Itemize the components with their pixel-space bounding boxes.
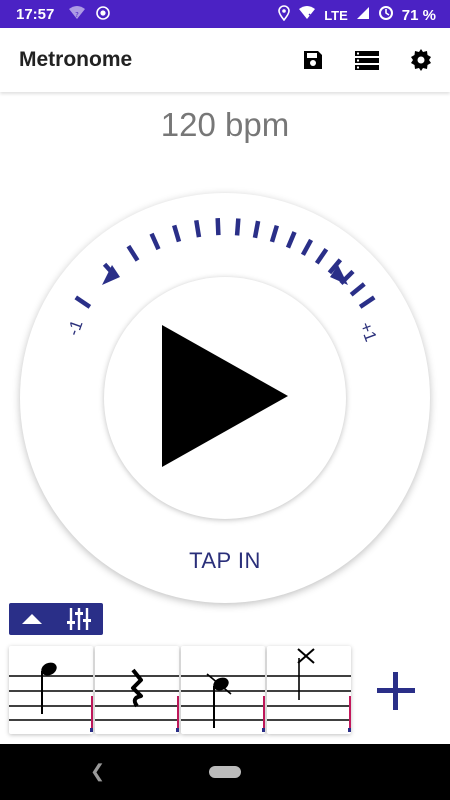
- record-icon: [96, 6, 110, 24]
- home-pill-icon[interactable]: [209, 766, 241, 778]
- measure-1[interactable]: [9, 646, 93, 734]
- save-button[interactable]: [300, 47, 326, 73]
- signal-icon: [356, 6, 370, 24]
- sliders-icon: [66, 608, 91, 630]
- measure-3[interactable]: [181, 646, 265, 734]
- app-bar: Metronome: [0, 28, 450, 92]
- wifi-question-icon: ?: [68, 6, 86, 24]
- measure-2[interactable]: [95, 646, 179, 734]
- wifi-icon: [298, 6, 316, 24]
- play-button[interactable]: [104, 277, 346, 519]
- svg-text:?: ?: [75, 11, 79, 19]
- measure-4[interactable]: [267, 646, 351, 734]
- list-icon: [355, 51, 379, 70]
- status-time: 17:57: [16, 6, 55, 23]
- tap-in-button[interactable]: TAP IN: [180, 548, 270, 574]
- play-icon: [162, 325, 288, 467]
- settings-icon: [411, 49, 431, 71]
- bpm-display: 120 bpm: [160, 106, 290, 143]
- battery-level: 71 %: [401, 6, 436, 24]
- add-measure-button[interactable]: [374, 668, 418, 714]
- plus-icon: [377, 672, 415, 710]
- back-icon[interactable]: ❮: [90, 761, 105, 782]
- settings-button[interactable]: [408, 47, 434, 73]
- presets-list-button[interactable]: [354, 47, 380, 73]
- battery-saver-icon: [378, 5, 394, 25]
- location-icon: [278, 5, 291, 25]
- navigation-bar: ❮: [0, 744, 450, 800]
- pattern-toggle-button[interactable]: [9, 603, 103, 635]
- collapse-up-icon: [21, 614, 42, 624]
- network-type: LTE: [324, 7, 348, 23]
- status-bar: 17:57 ? LTE 71 %: [0, 0, 450, 28]
- save-icon: [304, 51, 322, 69]
- muted-x-note-icon: [297, 648, 315, 700]
- app-title: Metronome: [19, 48, 133, 71]
